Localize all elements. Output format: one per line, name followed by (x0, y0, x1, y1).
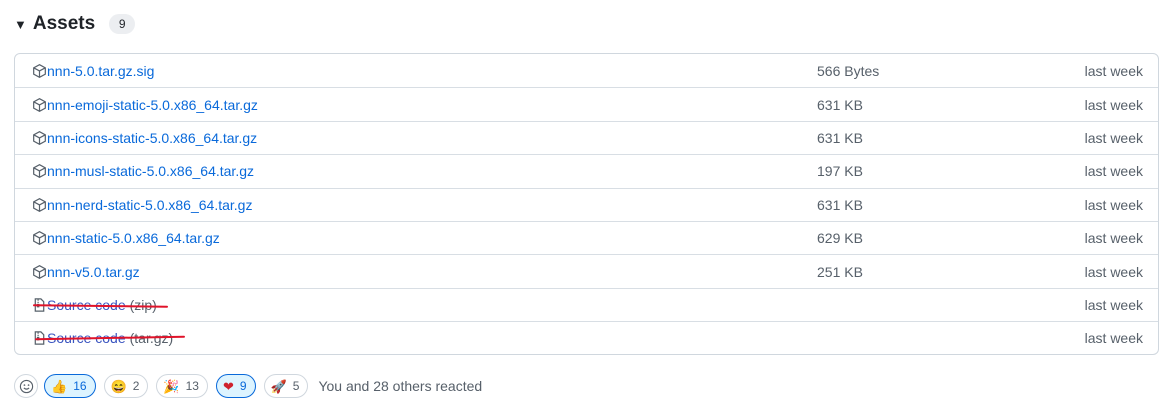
package-icon (33, 164, 46, 179)
asset-size: 251 KB (817, 263, 863, 280)
asset-link[interactable]: nnn-icons-static-5.0.x86_64.tar.gz (47, 130, 257, 146)
asset-link[interactable]: nnn-static-5.0.x86_64.tar.gz (47, 230, 220, 246)
laugh-icon: 😄 (110, 378, 127, 394)
asset-row: nnn-static-5.0.x86_64.tar.gz 629 KB last… (15, 220, 1158, 254)
asset-date: last week (1084, 62, 1143, 79)
heart-icon: ❤ (222, 378, 234, 394)
thumbs-up-icon: 👍 (51, 378, 68, 394)
package-icon (33, 197, 46, 212)
caret-down-icon[interactable]: ▼ (14, 18, 27, 31)
package-icon (33, 130, 46, 145)
add-reaction-button[interactable] (14, 374, 38, 398)
hooray-icon: 🎉 (163, 378, 180, 394)
asset-link[interactable]: nnn-emoji-static-5.0.x86_64.tar.gz (47, 97, 258, 113)
asset-date: last week (1084, 129, 1143, 146)
reaction-count: 16 (73, 379, 87, 393)
asset-row: nnn-musl-static-5.0.x86_64.tar.gz 197 KB… (15, 154, 1158, 187)
reactions-summary: You and 28 others reacted (318, 378, 483, 394)
asset-size: 629 KB (817, 230, 863, 247)
rocket-icon: 🚀 (270, 378, 287, 394)
reaction-laugh[interactable]: 😄 2 (103, 374, 149, 398)
asset-link[interactable]: nnn-musl-static-5.0.x86_64.tar.gz (47, 163, 254, 179)
reaction-hooray[interactable]: 🎉 13 (156, 374, 208, 398)
asset-link[interactable]: nnn-nerd-static-5.0.x86_64.tar.gz (47, 197, 252, 213)
assets-header[interactable]: ▼ Assets 9 (14, 10, 136, 38)
asset-row: nnn-emoji-static-5.0.x86_64.tar.gz 631 K… (15, 87, 1158, 120)
reaction-rocket[interactable]: 🚀 5 (263, 374, 309, 398)
asset-link[interactable]: nnn-v5.0.tar.gz (47, 264, 140, 280)
asset-row: nnn-icons-static-5.0.x86_64.tar.gz 631 K… (15, 120, 1158, 154)
assets-count-badge: 9 (109, 14, 136, 34)
assets-title: Assets (32, 13, 96, 34)
asset-date: last week (1084, 296, 1143, 313)
reaction-thumbs-up[interactable]: 👍 16 (44, 374, 96, 398)
package-icon (33, 231, 46, 246)
asset-date: last week (1084, 163, 1143, 180)
reactions-bar: 👍 16 😄 2 🎉 13 ❤ 9 🚀 5 You and 28 others … (14, 373, 482, 399)
asset-date: last week (1084, 263, 1143, 280)
package-icon (33, 63, 46, 78)
asset-size: 566 Bytes (817, 62, 880, 79)
package-icon (33, 264, 46, 279)
asset-date: last week (1084, 230, 1143, 247)
package-icon (33, 97, 46, 112)
asset-size: 197 KB (817, 163, 863, 180)
reaction-count: 9 (239, 379, 247, 393)
asset-row: nnn-v5.0.tar.gz 251 KB last week (15, 254, 1158, 287)
asset-date: last week (1084, 330, 1143, 347)
asset-size: 631 KB (817, 196, 863, 213)
asset-date: last week (1084, 96, 1143, 113)
asset-row: Source code (tar.gz) last week (15, 321, 1158, 354)
reaction-count: 13 (185, 379, 199, 393)
asset-row: nnn-5.0.tar.gz.sig 566 Bytes last week (15, 54, 1158, 87)
assets-list: nnn-5.0.tar.gz.sig 566 Bytes last week n… (14, 53, 1159, 355)
reaction-count: 5 (292, 379, 300, 393)
asset-date: last week (1084, 196, 1143, 213)
asset-row: Source code (zip) last week (15, 287, 1158, 321)
reaction-count: 2 (132, 379, 140, 393)
asset-size: 631 KB (817, 129, 863, 146)
reaction-heart[interactable]: ❤ 9 (215, 374, 256, 398)
asset-size: 631 KB (817, 96, 863, 113)
asset-link[interactable]: nnn-5.0.tar.gz.sig (47, 63, 154, 79)
asset-row: nnn-nerd-static-5.0.x86_64.tar.gz 631 KB… (15, 187, 1158, 221)
smiley-icon (19, 379, 33, 393)
